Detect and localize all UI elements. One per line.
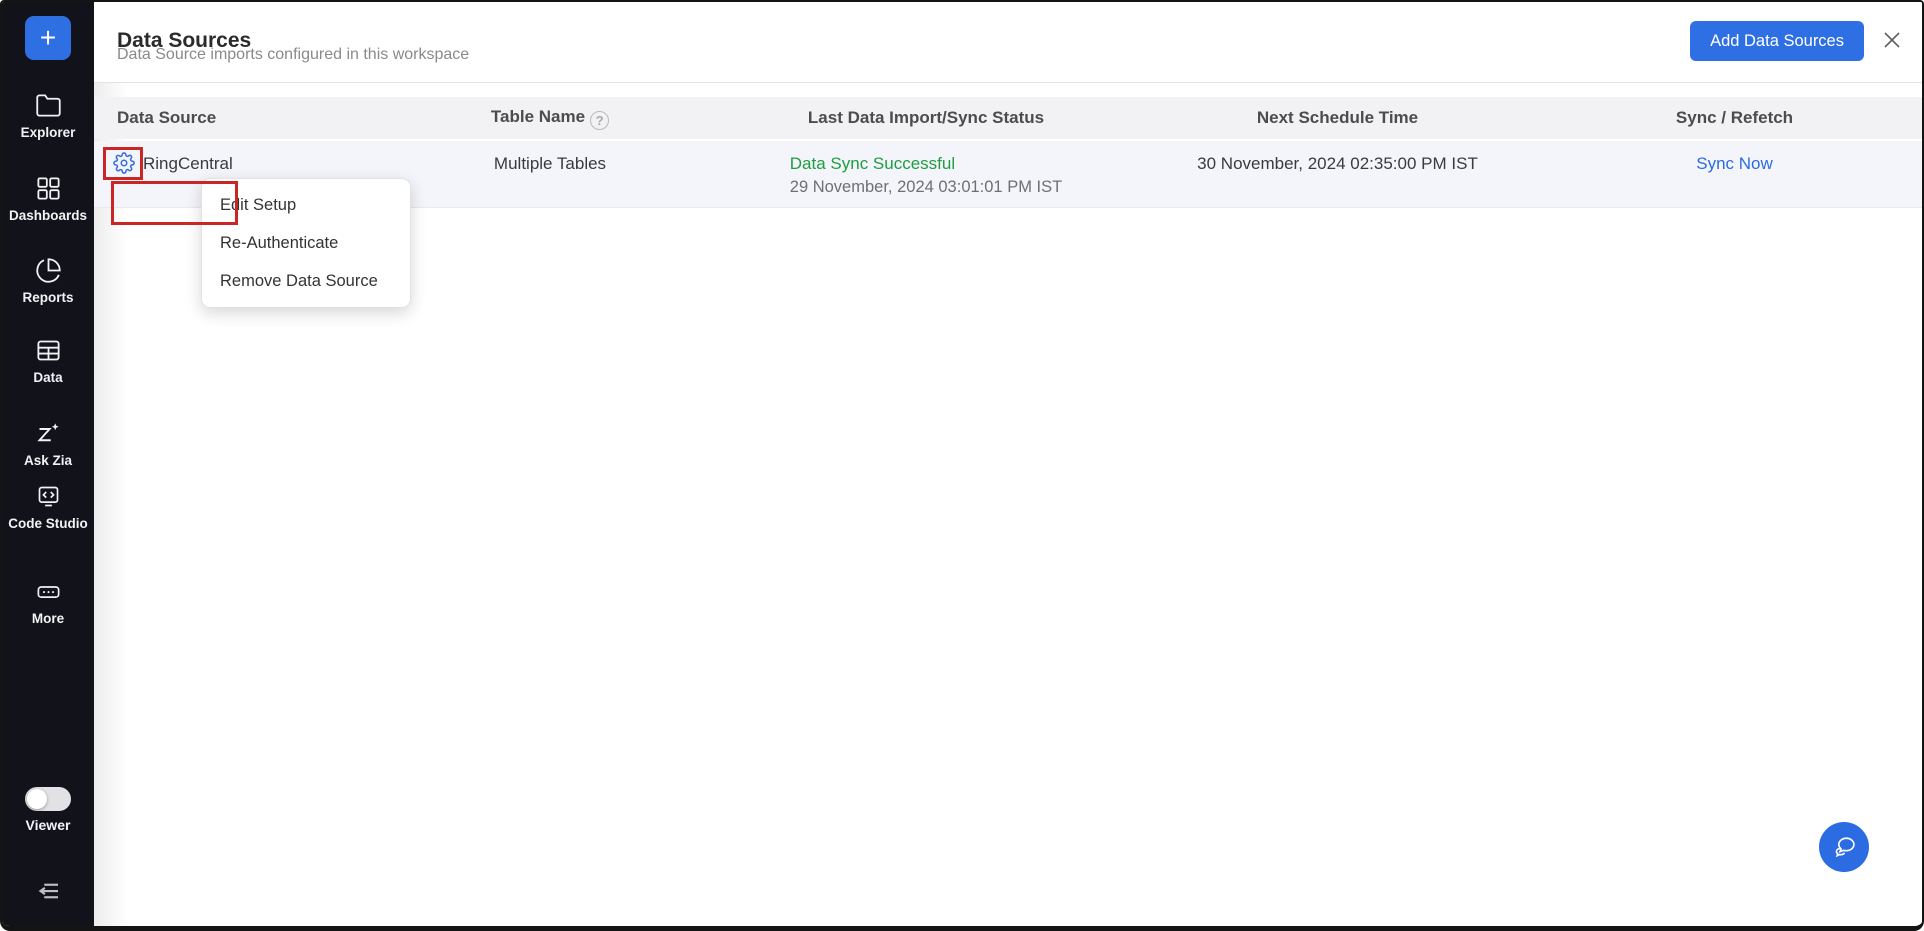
- sidebar-item-label: Reports: [2, 290, 94, 306]
- sidebar-item-label: Code Studio: [2, 516, 94, 532]
- sidebar-item-reports[interactable]: Reports: [2, 257, 94, 306]
- menu-item-re-authenticate[interactable]: Re-Authenticate: [202, 224, 410, 262]
- data-source-context-menu: Edit Setup Re-Authenticate Remove Data S…: [201, 178, 411, 308]
- folder-icon: [2, 92, 94, 119]
- sidebar-item-label: Dashboards: [2, 208, 94, 224]
- create-new-button[interactable]: +: [25, 16, 71, 60]
- sidebar: + Explorer Dashboards Reports: [2, 2, 94, 926]
- sidebar-item-data[interactable]: Data: [2, 337, 94, 386]
- column-header-table-name: Table Name?: [376, 107, 724, 130]
- sidebar-item-dashboards[interactable]: Dashboards: [2, 175, 94, 224]
- sidebar-item-label: Ask Zia: [2, 453, 94, 469]
- next-schedule-cell: 30 November, 2024 02:35:00 PM IST: [1128, 141, 1547, 175]
- column-header-data-source: Data Source: [94, 108, 376, 128]
- page-header: Data Sources Data Source imports configu…: [94, 2, 1922, 83]
- gear-icon[interactable]: [112, 152, 136, 176]
- chat-bubbles-icon: [1819, 833, 1869, 861]
- add-data-sources-button[interactable]: Add Data Sources: [1690, 21, 1864, 61]
- sidebar-item-ask-zia[interactable]: Ask Zia: [2, 420, 94, 469]
- data-table-icon: [2, 337, 94, 364]
- close-icon[interactable]: [1879, 28, 1905, 54]
- menu-item-edit-setup[interactable]: Edit Setup: [202, 186, 410, 224]
- app-window: + Explorer Dashboards Reports: [0, 0, 1924, 931]
- page-subtitle: Data Source imports configured in this w…: [117, 46, 469, 64]
- toggle-knob: [27, 789, 47, 809]
- column-header-last-status: Last Data Import/Sync Status: [724, 108, 1128, 128]
- sidebar-item-more[interactable]: More: [2, 578, 94, 627]
- sidebar-item-label: More: [2, 611, 94, 627]
- ellipsis-icon: [2, 578, 94, 605]
- column-header-next-schedule: Next Schedule Time: [1128, 108, 1547, 128]
- help-icon[interactable]: ?: [590, 111, 609, 130]
- table-header-row: Data Source Table Name? Last Data Import…: [94, 97, 1922, 139]
- chat-support-button[interactable]: [1819, 822, 1869, 872]
- sidebar-item-code-studio[interactable]: Code Studio: [2, 483, 94, 532]
- sync-refetch-cell: Sync Now: [1547, 141, 1922, 175]
- code-icon: [2, 483, 94, 510]
- table-name-cell: Multiple Tables: [376, 141, 724, 175]
- status-badge: Data Sync Successful: [790, 152, 1062, 175]
- sync-status-cell: Data Sync Successful 29 November, 2024 0…: [724, 141, 1128, 199]
- data-source-name: RingCentral: [143, 152, 233, 175]
- sync-now-link[interactable]: Sync Now: [1696, 154, 1773, 173]
- menu-item-remove-data-source[interactable]: Remove Data Source: [202, 262, 410, 300]
- viewer-toggle-label: Viewer: [2, 817, 94, 833]
- status-timestamp: 29 November, 2024 03:01:01 PM IST: [790, 175, 1062, 199]
- data-source-cell: RingCentral: [94, 141, 376, 176]
- viewer-toggle[interactable]: [25, 787, 71, 811]
- sidebar-item-label: Data: [2, 370, 94, 386]
- zia-sparkle-icon: [2, 420, 94, 447]
- pie-chart-icon: [2, 257, 94, 284]
- main-panel: Data Sources Data Source imports configu…: [94, 2, 1922, 926]
- collapse-sidebar-icon[interactable]: [33, 876, 63, 906]
- sidebar-item-label: Explorer: [2, 125, 94, 141]
- sidebar-item-explorer[interactable]: Explorer: [2, 92, 94, 141]
- column-header-sync-refetch: Sync / Refetch: [1547, 108, 1922, 128]
- dashboard-grid-icon: [2, 175, 94, 202]
